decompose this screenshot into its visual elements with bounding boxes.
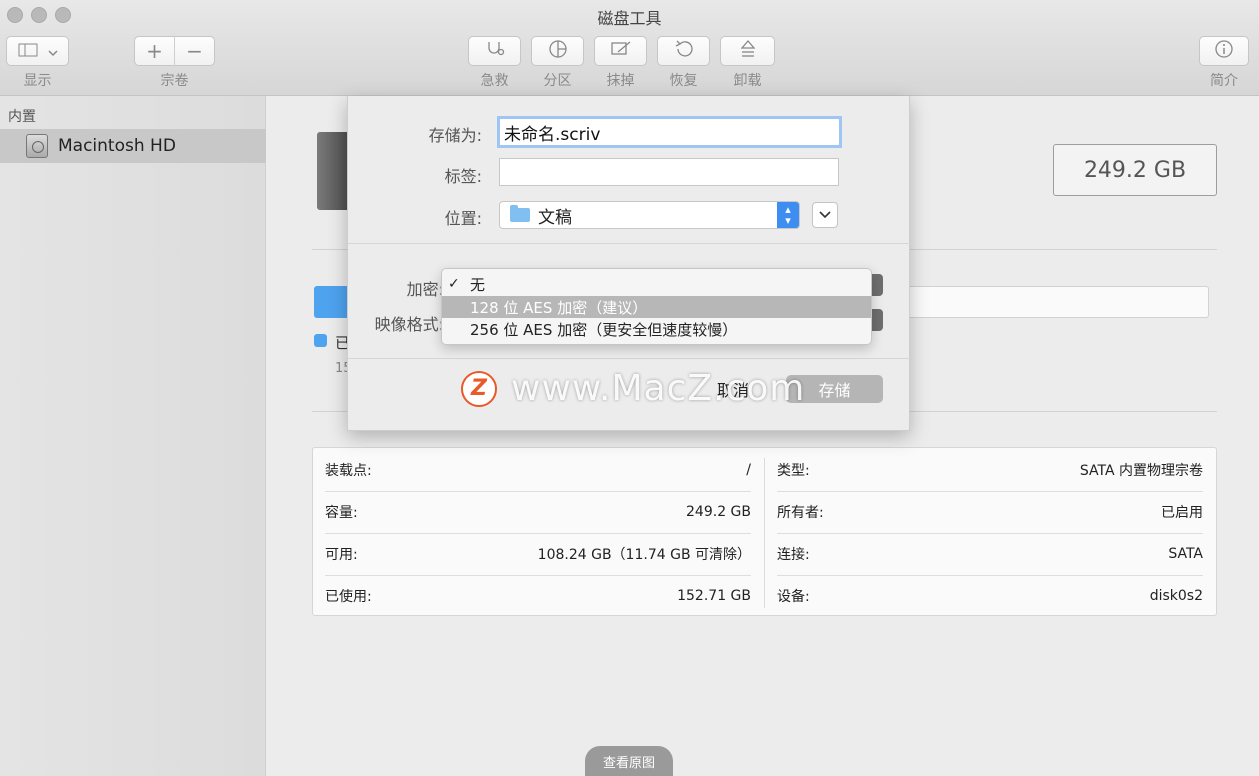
tags-input[interactable] bbox=[499, 158, 839, 186]
first-aid-button[interactable] bbox=[468, 36, 521, 66]
usage-bar-free bbox=[907, 286, 1209, 318]
chevron-down-icon bbox=[819, 207, 831, 223]
watermark-text: www.MacZ.com bbox=[511, 368, 806, 409]
info-column-right: 类型: SATA 内置物理宗卷 所有者: 已启用 连接: SATA 设备: di… bbox=[765, 448, 1217, 617]
info-key: 容量: bbox=[325, 505, 358, 521]
view-toggle-button[interactable] bbox=[6, 36, 69, 66]
info-row-capacity: 容量: 249.2 GB bbox=[325, 491, 751, 533]
menu-item-label: 无 bbox=[470, 275, 486, 294]
location-value: 文稿 bbox=[538, 207, 572, 228]
first-aid-label: 急救 bbox=[480, 73, 509, 89]
sidebar-section-internal: 内置 bbox=[8, 109, 36, 125]
macz-logo-icon: Z bbox=[461, 370, 497, 407]
remove-volume-button[interactable]: − bbox=[175, 37, 214, 65]
save-as-label: 存储为: bbox=[428, 126, 482, 145]
add-volume-button[interactable]: + bbox=[135, 37, 174, 65]
info-value: 108.24 GB（11.74 GB 可清除） bbox=[537, 547, 751, 563]
dialog-divider bbox=[348, 243, 911, 244]
menu-item-aes-256[interactable]: 256 位 AES 加密（更安全但速度较慢） bbox=[442, 318, 871, 340]
info-icon bbox=[1214, 39, 1234, 63]
encryption-popup-arrows-icon[interactable] bbox=[871, 274, 883, 296]
info-row-device: 设备: disk0s2 bbox=[777, 575, 1203, 617]
encryption-label: 加密: bbox=[406, 280, 444, 299]
format-popup-arrows-icon[interactable] bbox=[871, 309, 883, 331]
info-row-owners: 所有者: 已启用 bbox=[777, 491, 1203, 533]
restore-button[interactable] bbox=[657, 36, 710, 66]
sidebar-item-label: Macintosh HD bbox=[58, 136, 176, 156]
info-value: SATA bbox=[1168, 546, 1203, 562]
encryption-menu: ✓ 无 128 位 AES 加密（建议） 256 位 AES 加密（更安全但速度… bbox=[441, 268, 872, 345]
info-value: 152.71 GB bbox=[677, 588, 751, 604]
sidebar-icon bbox=[18, 42, 38, 61]
title-bar: 磁盘工具 显示 + − 宗卷 急救 分区 抹掉 恢复 卸载 简介 bbox=[0, 0, 1259, 96]
unmount-button[interactable] bbox=[720, 36, 775, 66]
window-title: 磁盘工具 bbox=[597, 9, 662, 28]
info-button[interactable] bbox=[1199, 36, 1249, 66]
info-row-available: 可用: 108.24 GB（11.74 GB 可清除） bbox=[325, 533, 751, 575]
hard-drive-icon-large bbox=[317, 132, 351, 210]
menu-item-none[interactable]: ✓ 无 bbox=[442, 273, 871, 295]
checkmark-icon: ✓ bbox=[448, 276, 460, 292]
menu-item-label: 256 位 AES 加密（更安全但速度较慢） bbox=[470, 320, 738, 339]
up-down-arrows-icon: ▴ ▾ bbox=[777, 202, 799, 228]
info-table: 装载点: / 容量: 249.2 GB 可用: 108.24 GB（11.74 … bbox=[312, 447, 1217, 616]
info-row-used: 已使用: 152.71 GB bbox=[325, 575, 751, 617]
restore-label: 恢复 bbox=[669, 73, 698, 89]
unmount-label: 卸载 bbox=[733, 73, 762, 89]
info-label: 简介 bbox=[1210, 73, 1238, 89]
partition-label: 分区 bbox=[543, 73, 572, 89]
folder-icon bbox=[510, 205, 530, 222]
info-key: 类型: bbox=[777, 463, 810, 479]
view-original-button[interactable]: 查看原图 bbox=[585, 746, 673, 776]
info-row-mount-point: 装载点: / bbox=[325, 449, 751, 491]
eject-icon bbox=[740, 39, 756, 63]
info-key: 设备: bbox=[777, 589, 810, 605]
info-column-left: 装载点: / 容量: 249.2 GB 可用: 108.24 GB（11.74 … bbox=[313, 448, 765, 617]
menu-item-aes-128[interactable]: 128 位 AES 加密（建议） bbox=[442, 296, 871, 318]
save-as-input[interactable]: 未命名.scriv bbox=[497, 116, 842, 148]
tags-label: 标签: bbox=[444, 167, 482, 186]
location-popup[interactable]: 文稿 ▴ ▾ bbox=[499, 201, 800, 229]
info-row-connection: 连接: SATA bbox=[777, 533, 1203, 575]
menu-item-label: 128 位 AES 加密（建议） bbox=[470, 298, 648, 317]
watermark: Z www.MacZ.com bbox=[461, 368, 805, 409]
minus-icon: − bbox=[186, 39, 203, 63]
partition-button[interactable] bbox=[531, 36, 584, 66]
sidebar: 内置 Macintosh HD bbox=[0, 96, 266, 776]
capacity-box: 249.2 GB bbox=[1053, 144, 1217, 196]
expand-dialog-button[interactable] bbox=[812, 202, 838, 228]
info-key: 装载点: bbox=[325, 463, 372, 479]
chevron-down-icon bbox=[47, 42, 58, 61]
stethoscope-icon bbox=[485, 40, 505, 62]
info-key: 所有者: bbox=[777, 505, 824, 521]
eraser-icon bbox=[610, 40, 632, 62]
info-key: 连接: bbox=[777, 547, 810, 563]
location-label: 位置: bbox=[444, 209, 482, 228]
info-key: 可用: bbox=[325, 547, 358, 563]
view-label: 显示 bbox=[23, 73, 52, 89]
info-value: 249.2 GB bbox=[686, 504, 751, 520]
volume-label: 宗卷 bbox=[160, 73, 189, 89]
erase-button[interactable] bbox=[594, 36, 647, 66]
volume-buttons: + − bbox=[134, 36, 215, 66]
info-value: disk0s2 bbox=[1149, 588, 1203, 604]
image-format-label: 映像格式: bbox=[374, 315, 444, 334]
info-row-type: 类型: SATA 内置物理宗卷 bbox=[777, 449, 1203, 491]
hard-drive-icon bbox=[26, 134, 48, 158]
restore-icon bbox=[674, 39, 694, 63]
info-value: SATA 内置物理宗卷 bbox=[1079, 463, 1203, 479]
info-key: 已使用: bbox=[325, 589, 372, 605]
sidebar-item-macintosh-hd[interactable]: Macintosh HD bbox=[0, 129, 266, 163]
info-value: 已启用 bbox=[1161, 505, 1203, 521]
erase-label: 抹掉 bbox=[606, 73, 635, 89]
usage-bar-used bbox=[314, 286, 348, 318]
info-value: / bbox=[746, 462, 751, 478]
dialog-divider bbox=[348, 358, 911, 359]
partition-icon bbox=[548, 39, 568, 63]
legend-color-swatch bbox=[314, 334, 327, 347]
plus-icon: + bbox=[146, 39, 163, 63]
